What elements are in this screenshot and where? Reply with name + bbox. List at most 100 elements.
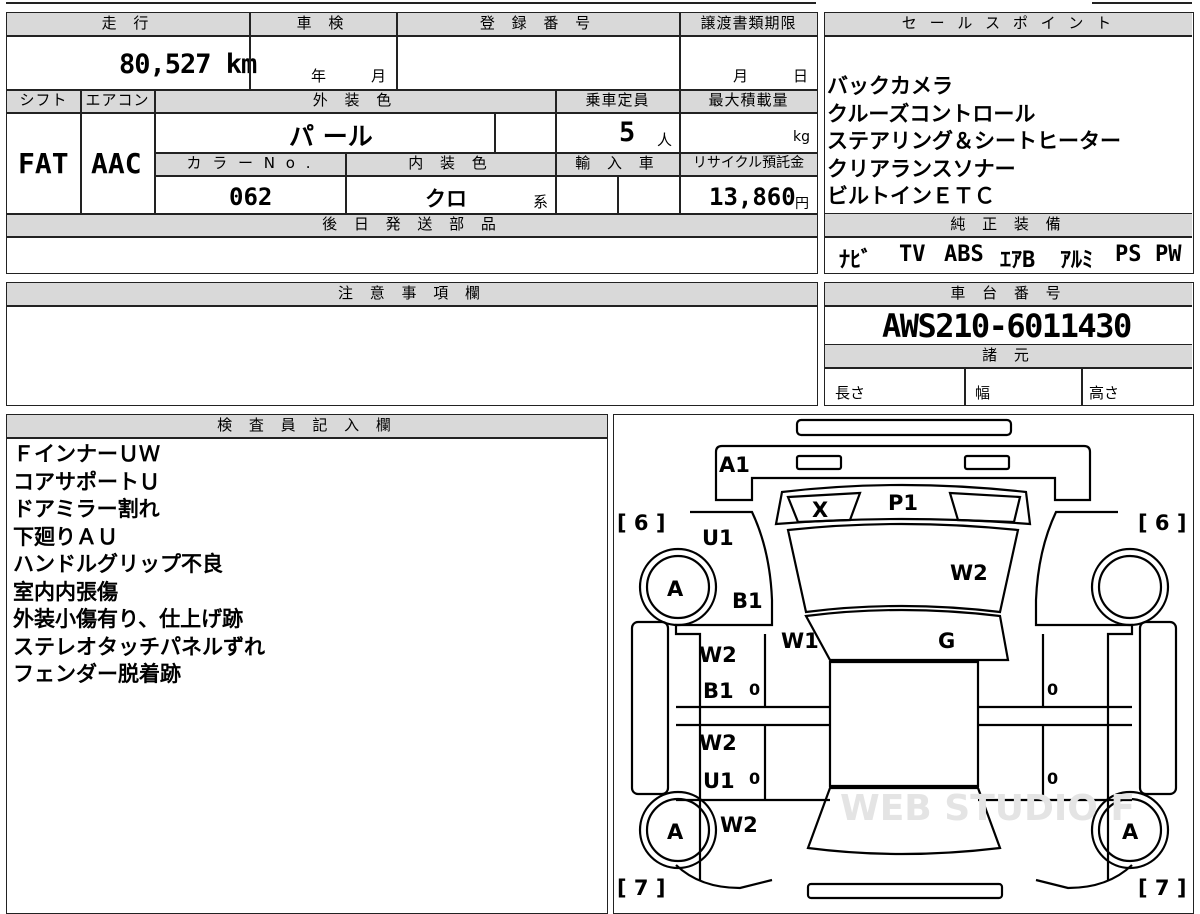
notes-header: 注 意 事 項 欄 [7,283,817,305]
tire-label-rear-right: [ 7 ] [1138,876,1186,900]
windshield-p1-panel-shape [948,491,1021,523]
recycle-unit: 円 [795,196,809,212]
mark-w2-rear: W2 [720,813,758,837]
inspector-note: ハンドルグリップ不良 [13,552,223,576]
grid-line [1081,368,1083,405]
capacity-value: 5 [619,117,636,148]
tire-front-right-inner-shape [1097,554,1162,619]
equipment-pw: PW [1155,242,1182,267]
inspector-note: ＦインナーＵＷ [13,442,160,466]
inspector-note: 下廻りＡＵ [13,524,118,549]
inspection-month: 月 [371,67,387,85]
import-header: 輸 入 車 [556,153,679,175]
front-bumper-shape [795,418,1012,436]
inspector-note: 外装小傷有り、仕上げ跡 [13,607,244,631]
aircon-value: AAC [91,147,142,180]
grid-line [7,89,817,91]
mark-g: G [938,629,955,653]
grid-line [154,90,156,214]
mark-w2-roof: W2 [950,561,988,585]
grid-line [679,13,681,214]
capacity-unit: 人 [657,131,673,149]
equipment-ps: PS [1115,242,1142,267]
tire-label-front-left: [ 6 ] [617,511,665,535]
grid-line [964,368,966,405]
inspector-panel: 検 査 員 記 入 欄 ＦインナーＵＷ コアサポートＵ ドアミラー割れ 下廻りＡ… [6,414,608,914]
shift-header: シフト [7,90,80,112]
mileage-header: 走 行 [7,13,249,35]
registration-header: 登 録 番 号 [397,13,679,35]
roof-shape [803,608,1009,661]
inspector-header: 検 査 員 記 入 欄 [7,415,607,437]
inspection-year: 年 [311,67,327,85]
mark-zero: 0 [749,680,760,699]
color-no-value: 062 [229,183,273,211]
headlight-right-shape [963,454,1010,470]
grid-line [7,35,817,37]
sales-points-panel: セ ー ル ス ポ イ ン ト バックカメラ クルーズコントロール ステアリング… [824,12,1194,274]
inspector-note: 室内内張傷 [13,579,118,604]
grid-line [825,367,1192,369]
mark-a-rear-left: A [667,820,684,844]
grid-line [555,90,557,214]
sales-point-item: クルーズコントロール [827,101,1036,126]
grid-line [345,153,347,214]
grid-line [396,13,398,90]
grid-line [7,236,817,238]
mark-a1: A1 [719,453,750,477]
mark-p1: P1 [888,491,918,515]
max-load-header: 最大積載量 [680,90,817,112]
chassis-panel: 車 台 番 号 AWS210-6011430 諸 元 長さ 幅 高さ [824,282,1194,406]
sales-point-item: ステアリング＆シートヒーター [827,129,1121,153]
headlight-left-shape [795,454,842,470]
interior-color-value: クロ [425,187,467,211]
top-edge-line-right [1092,2,1192,4]
exterior-color-header: 外 装 色 [155,90,555,112]
grid-line [155,175,817,177]
mark-x: X [812,498,828,522]
width-label: 幅 [975,384,991,402]
mark-zero: 0 [1047,769,1058,788]
inspector-note: コアサポートＵ [13,469,160,494]
equipment-navi: ﾅﾋﾞ [839,248,873,273]
sales-point-item: バックカメラ [827,74,953,98]
watermark: WEB STUDIO F [840,788,1135,829]
grid-line [494,113,496,153]
car-diagram: WEB STUDIO F A1 X P1 U1 W2 B1 W1 G W2 B1… [617,418,1186,900]
interior-color-header: 内 装 色 [346,153,555,175]
chassis-header: 車 台 番 号 [825,283,1192,305]
grid-line [7,437,607,439]
sales-point-item: ビルトインＥＴＣ [827,184,995,208]
sales-point-item: クリアランスソナー [827,156,1016,181]
mark-u1-top: U1 [702,526,734,550]
notes-panel: 注 意 事 項 欄 [6,282,818,406]
exterior-color-value: パ ール [289,122,373,151]
grid-line [249,13,251,90]
aircon-header: エアコン [81,90,154,112]
grid-line [7,112,817,114]
tire-label-front-right: [ 6 ] [1138,511,1186,535]
rear-bumper-shape [806,882,1003,899]
vehicle-info-table: 走 行 車 検 登 録 番 号 譲渡書類期限 80,527 km 年 月 月 日… [6,12,818,274]
grid-line [155,152,817,154]
recycle-header: リサイクル預託金 [680,153,817,175]
mark-zero: 0 [1047,680,1058,699]
grid-line [825,35,1192,37]
top-edge-line [6,2,816,4]
grid-line [7,305,817,307]
left-side-bar-shape [630,620,669,795]
grid-line [80,90,82,214]
grid-line [617,175,619,214]
right-side-bar-shape [1138,620,1177,795]
transfer-deadline-header: 譲渡書類期限 [680,13,817,35]
genuine-equipment-header: 純 正 装 備 [825,214,1192,236]
grid-line [825,236,1192,238]
inspection-header: 車 検 [250,13,396,35]
mark-w2-rear-door: W2 [699,731,737,755]
transfer-day: 日 [793,67,809,85]
inspector-note: フェンダー脱着跡 [13,662,181,686]
equipment-abs: ABS [944,242,984,267]
max-load-unit: kg [793,129,810,145]
tire-front-right-shape [1090,547,1169,626]
mark-b1-pillar: B1 [732,589,763,613]
